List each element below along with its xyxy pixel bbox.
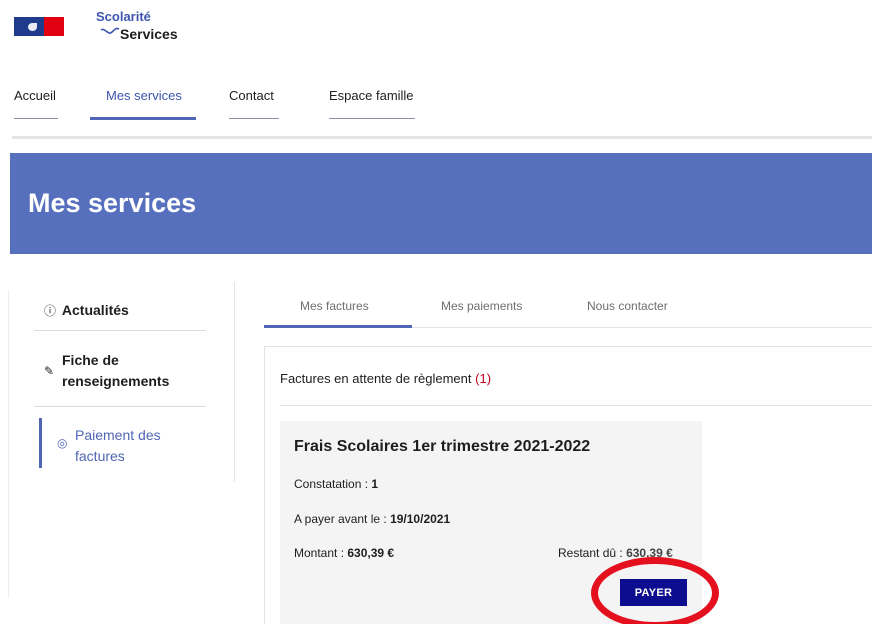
nav-underline	[14, 118, 58, 119]
nav-mes-services[interactable]: Mes services	[106, 88, 182, 103]
info-icon: ⓘ	[44, 304, 57, 318]
amount-label: Montant :	[294, 546, 345, 560]
remaining-value: 630,39 €	[626, 546, 673, 560]
french-flag-icon	[14, 17, 64, 36]
sidebar-active-indicator	[39, 418, 42, 468]
nav-underline	[229, 118, 279, 119]
invoices-heading: Factures en attente de règlement (1)	[280, 371, 491, 386]
header-divider	[12, 136, 872, 139]
payment-icon: ◎	[57, 436, 68, 450]
edit-icon: ✎	[44, 364, 55, 378]
page-title: Mes services	[28, 188, 197, 218]
invoice-due-date: A payer avant le : 19/10/2021	[294, 512, 450, 526]
constatation-label: Constatation :	[294, 477, 369, 491]
sidebar-item-label: Fiche de	[62, 352, 119, 368]
logo-line2: Services	[120, 26, 178, 42]
invoice-constatation: Constatation : 1	[294, 477, 378, 491]
remaining-label: Restant dû :	[558, 546, 623, 560]
tab-mes-paiements[interactable]: Mes paiements	[441, 299, 522, 313]
sidebar-item-paiement[interactable]: Paiement des factures	[75, 425, 161, 467]
sidebar-item-actualites[interactable]: ⓘ Actualités	[44, 302, 129, 319]
constatation-value: 1	[371, 477, 379, 491]
sidebar-divider	[234, 282, 235, 482]
tab-active-indicator	[264, 325, 412, 328]
panel-divider	[280, 405, 872, 406]
invoice-title: Frais Scolaires 1er trimestre 2021-2022	[294, 438, 591, 455]
nav-espace-famille[interactable]: Espace famille	[329, 88, 414, 103]
invoice-amount: Montant : 630,39 €	[294, 546, 394, 560]
nav-accueil[interactable]: Accueil	[14, 88, 56, 103]
sidebar-item-label: Actualités	[61, 302, 129, 318]
sidebar-item-label: Paiement des	[75, 427, 161, 443]
nav-active-underline	[90, 117, 196, 120]
sidebar-left-edge	[8, 290, 9, 598]
invoices-count-badge: (1)	[475, 371, 492, 386]
nav-underline	[329, 118, 415, 119]
page-banner: Mes services	[10, 153, 872, 254]
sidebar-item-label: factures	[75, 448, 125, 464]
logo-line1: Scolarité	[96, 9, 151, 24]
pay-button[interactable]: PAYER	[620, 579, 687, 606]
sidebar-item-fiche[interactable]: Fiche de renseignements	[62, 350, 169, 392]
due-date-label: A payer avant le :	[294, 512, 387, 526]
sidebar-separator	[34, 330, 206, 331]
site-logo[interactable]: Scolarité Services	[96, 9, 206, 45]
tab-divider	[412, 327, 872, 328]
due-date-value: 19/10/2021	[390, 512, 451, 526]
logo-swoosh-icon	[100, 27, 120, 34]
nav-contact[interactable]: Contact	[229, 88, 274, 103]
invoices-heading-text: Factures en attente de règlement	[280, 371, 472, 386]
sidebar-separator	[34, 406, 206, 407]
tab-mes-factures[interactable]: Mes factures	[300, 299, 369, 313]
amount-value: 630,39 €	[347, 546, 395, 560]
tab-nous-contacter[interactable]: Nous contacter	[587, 299, 668, 313]
sidebar-item-label: renseignements	[62, 373, 170, 389]
invoice-remaining: Restant dû : 630,39 €	[558, 546, 673, 560]
